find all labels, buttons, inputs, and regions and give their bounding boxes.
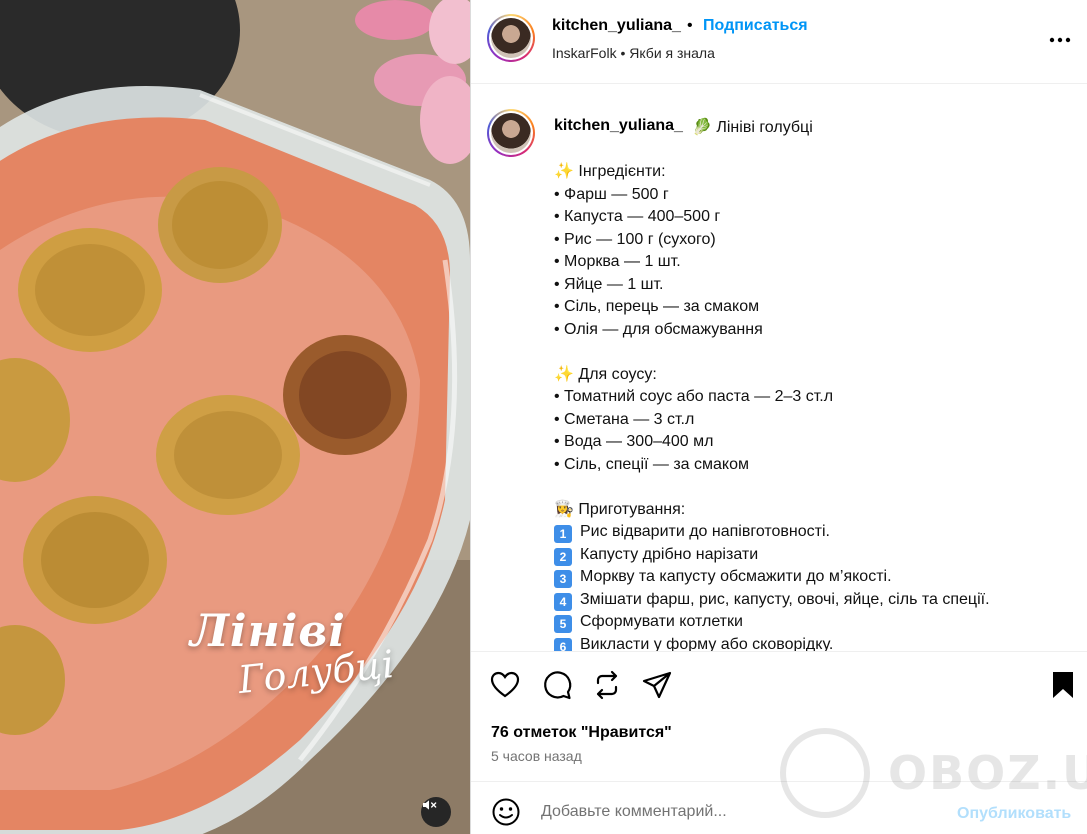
more-horizontal-icon[interactable] — [1048, 28, 1072, 52]
likes-count[interactable]: 76 отметок "Нравится" — [491, 724, 672, 742]
recipe-step: 1 Рис відварити до напівготовності. — [554, 521, 990, 544]
post-media[interactable]: Лініві Голубці — [0, 0, 470, 834]
step-number-badge: 4 — [554, 592, 572, 611]
repost-icon[interactable] — [591, 669, 623, 701]
caption-area: kitchen_yuliana_ 🥬 Лініві голубці ✨ Інгр… — [471, 85, 1087, 651]
post-actions: 76 отметок "Нравится" 5 часов назад — [471, 651, 1087, 781]
step-number-badge: 2 — [554, 547, 572, 566]
caption-title: 🥬 Лініві голубці — [692, 117, 813, 137]
caption-avatar[interactable] — [487, 109, 535, 157]
recipe-step: 3 Моркву та капусту обсмажити до м’якості… — [554, 566, 990, 589]
step-number-badge: 6 — [554, 637, 572, 651]
step-text: Рис відварити до напівготовності. — [580, 523, 830, 540]
comment-bar: Опубликовать — [471, 781, 1087, 834]
heart-icon[interactable] — [489, 669, 521, 701]
caption-username[interactable]: kitchen_yuliana_ — [554, 117, 683, 135]
post-username[interactable]: kitchen_yuliana_ — [552, 17, 681, 35]
speaker-muted-icon — [423, 800, 437, 810]
caption-line: • Сметана — 3 ст.л — [554, 410, 695, 428]
caption-line: • Олія — для обсмажування — [554, 320, 763, 338]
food-photo — [0, 0, 470, 834]
caption-line: • Томатний соус або паста — 2–3 ст.л — [554, 388, 834, 405]
audio-track-link[interactable]: InskarFolk • Якби я знала — [552, 45, 715, 61]
post-side-panel: kitchen_yuliana_ • Подписаться InskarFol… — [470, 0, 1087, 834]
header-separator: • — [687, 17, 693, 34]
step-text: Змішати фарш, рис, капусту, овочі, яйце,… — [580, 590, 990, 608]
recipe-step: 2 Капусту дрібно нарізати — [554, 544, 990, 567]
comment-icon[interactable] — [541, 669, 573, 701]
post-timestamp[interactable]: 5 часов назад — [491, 748, 582, 764]
avatar[interactable] — [487, 14, 535, 62]
step-text: Капусту дрібно нарізати — [580, 545, 759, 563]
caption-title-text: Лініві голубці — [716, 119, 813, 136]
recipe-step: 5 Сформувати котлетки — [554, 611, 990, 634]
mute-button[interactable] — [421, 797, 451, 827]
caption-line: • Фарш — 500 г — [554, 185, 669, 203]
bookmark-icon[interactable] — [1047, 669, 1079, 701]
share-icon[interactable] — [641, 669, 673, 701]
follow-button[interactable]: Подписаться — [703, 17, 808, 35]
step-text: Моркву та капусту обсмажити до м’якості. — [580, 568, 892, 585]
recipe-step: 6 Викласти у форму або сковорідку. — [554, 634, 990, 652]
caption-line: • Капуста — 400–500 г — [554, 208, 721, 225]
caption-line: • Вода — 300–400 мл — [554, 433, 714, 450]
step-number-badge: 3 — [554, 570, 572, 588]
post-header: kitchen_yuliana_ • Подписаться InskarFol… — [471, 0, 1087, 84]
caption-line: • Яйце — 1 шт. — [554, 275, 664, 293]
step-number-badge: 5 — [554, 615, 572, 633]
caption-line: ✨ Інгредієнти: — [554, 163, 666, 180]
step-number-badge: 1 — [554, 525, 572, 543]
emoji-icon[interactable] — [491, 797, 521, 827]
caption-line: • Сіль, спеції — за смаком — [554, 455, 749, 473]
caption-line: • Сіль, перець — за смаком — [554, 298, 760, 315]
caption-line: ✨ Для соусу: — [554, 365, 657, 383]
step-text: Сформувати котлетки — [580, 613, 743, 630]
caption-line: • Рис — 100 г (сухого) — [554, 230, 716, 248]
caption-line: 👩‍🍳 Приготування: — [554, 500, 686, 518]
step-text: Викласти у форму або сковорідку. — [580, 635, 834, 652]
comment-input[interactable] — [541, 800, 941, 824]
caption-line: • Морква — 1 шт. — [554, 253, 681, 270]
caption-body: ✨ Інгредієнти: • Фарш — 500 г • Капуста — … — [554, 161, 990, 651]
recipe-step: 4 Змішати фарш, рис, капусту, овочі, яйце… — [554, 589, 990, 612]
publish-button[interactable]: Опубликовать — [957, 805, 1071, 823]
cabbage-emoji: 🥬 — [692, 119, 712, 136]
